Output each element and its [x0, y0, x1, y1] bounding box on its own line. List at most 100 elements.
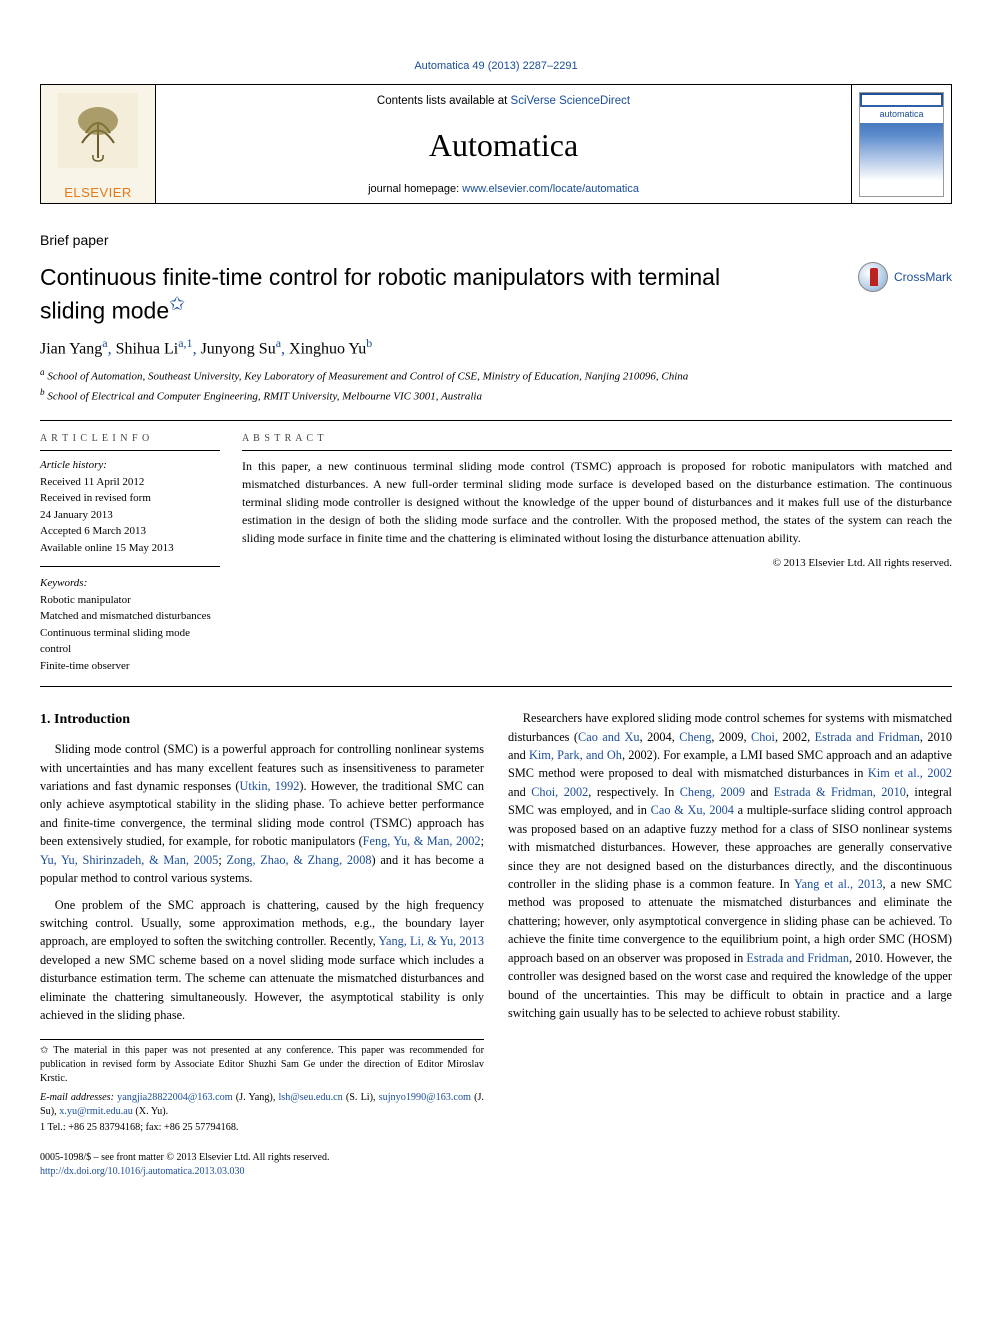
homepage-prefix: journal homepage: — [368, 183, 462, 195]
s8: , 2002, — [775, 730, 815, 744]
front-matter-line: 0005-1098/$ – see front matter © 2013 El… — [40, 1151, 952, 1165]
history-revised-label: Received in revised form — [40, 490, 220, 507]
author-list: Jian Yanga, Shihua Lia,1, Junyong Sua, X… — [40, 336, 952, 358]
s6: , 2004, — [640, 730, 680, 744]
cite-kim-2002[interactable]: Kim et al., 2002 — [868, 766, 952, 780]
page-root: Automatica 49 (2013) 2287–2291 ELSEVIER … — [0, 0, 992, 1219]
title-line-1: Continuous finite-time control for robot… — [40, 264, 720, 290]
affil-a: School of Automation, Southeast Universi… — [47, 370, 688, 382]
section-heading: Brief paper — [40, 232, 952, 248]
email-3[interactable]: sujnyo1990@163.com — [379, 1092, 471, 1103]
s7: , 2009, — [711, 730, 751, 744]
history-accepted: Accepted 6 March 2013 — [40, 523, 220, 540]
e4n: (X. Yu). — [133, 1106, 168, 1117]
elsevier-wordmark: ELSEVIER — [64, 185, 132, 203]
article-title: Continuous finite-time control for robot… — [40, 262, 952, 326]
cite-yang-2013[interactable]: Yang et al., 2013 — [794, 877, 882, 891]
cite-estrada-fridman-2010[interactable]: Estrada & Fridman, 2010 — [774, 785, 906, 799]
email-1[interactable]: yangjia28822004@163.com — [117, 1092, 233, 1103]
footnote-emails: E-mail addresses: yangjia28822004@163.co… — [40, 1091, 484, 1120]
footnotes: ✩ The material in this paper was not pre… — [40, 1039, 484, 1136]
cite-estrada-fridman[interactable]: Estrada and Fridman — [815, 730, 920, 744]
abstract-text: In this paper, a new continuous terminal… — [242, 457, 952, 547]
title-footnote-star: ✩ — [169, 294, 185, 315]
keywords-header: Keywords: — [40, 575, 220, 592]
author-1[interactable]: Jian Yang — [40, 341, 102, 358]
keyword-4: Finite-time observer — [40, 658, 220, 675]
cite-yu-2005[interactable]: Yu, Yu, Shirinzadeh, & Man, 2005 — [40, 853, 218, 867]
abstract-header: A B S T R A C T — [242, 431, 952, 446]
running-head: Automatica 49 (2013) 2287–2291 — [40, 60, 952, 72]
right-paragraph-1: Researchers have explored sliding mode c… — [508, 709, 952, 1022]
cite-cheng-2009[interactable]: Cheng, 2009 — [680, 785, 745, 799]
cite-feng-yu-man-2002[interactable]: Feng, Yu, & Man, 2002 — [363, 834, 481, 848]
cite-yang-li-yu-2013[interactable]: Yang, Li, & Yu, 2013 — [378, 934, 484, 948]
cite-utkin-1992[interactable]: Utkin, 1992 — [239, 779, 299, 793]
author-2[interactable]: Shihua Li — [116, 341, 179, 358]
article-title-block: CrossMark Continuous finite-time control… — [40, 262, 952, 326]
abstract-copyright: © 2013 Elsevier Ltd. All rights reserved… — [242, 555, 952, 572]
cite-zong-2008[interactable]: Zong, Zhao, & Zhang, 2008 — [227, 853, 372, 867]
journal-name: Automatica — [429, 127, 578, 164]
history-received: Received 11 April 2012 — [40, 474, 220, 491]
sep2: ; — [481, 834, 484, 848]
article-info-header: A R T I C L E I N F O — [40, 431, 220, 446]
e1n: (J. Yang), — [233, 1092, 279, 1103]
s17: , 2010 — [849, 951, 880, 965]
left-paragraph-1: Sliding mode control (SMC) is a powerful… — [40, 740, 484, 888]
left-paragraph-2: One problem of the SMC approach is chatt… — [40, 896, 484, 1025]
email-4[interactable]: x.yu@rmit.edu.au — [59, 1106, 133, 1117]
journal-homepage-line: journal homepage: www.elsevier.com/locat… — [368, 183, 639, 195]
r1e: and — [745, 785, 774, 799]
author-3[interactable]: Junyong Su — [201, 341, 276, 358]
sciencedirect-link[interactable]: SciVerse ScienceDirect — [511, 95, 631, 107]
emails-prefix: E-mail addresses: — [40, 1092, 117, 1103]
sep3: ; — [218, 853, 226, 867]
r1d: , respectively. In — [588, 785, 679, 799]
cover-title: automatica — [860, 107, 943, 123]
keyword-1: Robotic manipulator — [40, 592, 220, 609]
contents-available-line: Contents lists available at SciVerse Sci… — [377, 95, 630, 107]
author-4[interactable]: Xinghuo Yu — [289, 341, 366, 358]
article-info: A R T I C L E I N F O Article history: R… — [40, 431, 220, 674]
journal-homepage-link[interactable]: www.elsevier.com/locate/automatica — [462, 183, 639, 195]
crossmark-label: CrossMark — [894, 270, 952, 284]
section-1-heading: 1. Introduction — [40, 709, 484, 730]
footnote-star: ✩ The material in this paper was not pre… — [40, 1044, 484, 1087]
author-2-affil: a,1 — [178, 336, 192, 350]
crossmark-widget[interactable]: CrossMark — [858, 262, 952, 292]
cite-cao-xu[interactable]: Cao and Xu — [578, 730, 640, 744]
keyword-2: Matched and mismatched disturbances — [40, 608, 220, 625]
cite-choi[interactable]: Choi — [751, 730, 775, 744]
cite-kim-park-oh[interactable]: Kim, Park, and Oh — [529, 748, 622, 762]
footer-doi-block: 0005-1098/$ – see front matter © 2013 El… — [40, 1151, 952, 1179]
e2n: (S. Li), — [343, 1092, 379, 1103]
p2b: developed a new SMC scheme based on a no… — [40, 953, 484, 1022]
doi-link[interactable]: http://dx.doi.org/10.1016/j.automatica.2… — [40, 1166, 245, 1177]
cite-estrada-fridman-2010b[interactable]: Estrada and Fridman — [746, 951, 849, 965]
contents-prefix: Contents lists available at — [377, 95, 511, 107]
affiliations: a School of Automation, Southeast Univer… — [40, 365, 952, 406]
footnote-corresponding: 1 Tel.: +86 25 83794168; fax: +86 25 577… — [40, 1121, 484, 1135]
r1c: and — [508, 785, 531, 799]
history-online: Available online 15 May 2013 — [40, 540, 220, 557]
author-3-affil: a — [276, 336, 281, 350]
s10: , 2002 — [622, 748, 653, 762]
history-revised-date: 24 January 2013 — [40, 507, 220, 524]
author-1-affil: a — [102, 336, 107, 350]
elsevier-tree-icon — [58, 93, 138, 168]
crossmark-icon — [858, 262, 888, 292]
left-column: 1. Introduction Sliding mode control (SM… — [40, 709, 484, 1135]
affil-b: School of Electrical and Computer Engine… — [47, 391, 482, 403]
keyword-3: Continuous terminal sliding mode control — [40, 625, 220, 658]
masthead: ELSEVIER Contents lists available at Sci… — [40, 84, 952, 204]
email-2[interactable]: lsh@seu.edu.cn — [278, 1092, 342, 1103]
abstract-block: A B S T R A C T In this paper, a new con… — [242, 431, 952, 674]
publisher-logo-box: ELSEVIER — [41, 85, 156, 203]
cite-choi-2002[interactable]: Choi, 2002 — [531, 785, 588, 799]
title-line-2: sliding mode — [40, 298, 169, 324]
journal-cover-thumbnail: automatica — [859, 92, 944, 197]
meta-abstract-block: A R T I C L E I N F O Article history: R… — [40, 420, 952, 687]
cite-cao-xu-2004[interactable]: Cao & Xu, 2004 — [651, 803, 734, 817]
cite-cheng[interactable]: Cheng — [679, 730, 711, 744]
